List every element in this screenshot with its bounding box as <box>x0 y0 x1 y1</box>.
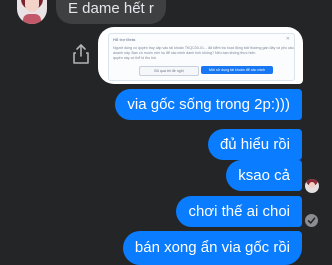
notice-secondary-button: Bỏ qua lời đề nghị <box>139 66 199 76</box>
outgoing-message[interactable]: bán xong ẩn via gốc rồi <box>122 231 302 265</box>
outgoing-message[interactable]: chơi thế ai choi <box>176 196 302 227</box>
seen-avatar-face <box>309 182 315 188</box>
attachment-notice-card: Hỗ trợ Meta ✕ Người dùng có quyền truy c… <box>108 33 295 81</box>
incoming-message-text: E dame hết r <box>68 0 154 17</box>
seen-avatar-icon <box>305 179 319 193</box>
outgoing-message-text: ksao cả <box>238 166 290 184</box>
avatar-face <box>25 0 39 12</box>
incoming-message[interactable]: E dame hết r <box>56 0 166 24</box>
outgoing-message[interactable]: via gốc sống trong 2p:))) <box>115 89 302 120</box>
avatar-shirt <box>23 14 41 24</box>
outgoing-message[interactable]: ksao cả <box>226 160 302 191</box>
sent-check-icon <box>305 214 318 227</box>
image-attachment[interactable]: Hỗ trợ Meta ✕ Người dùng có quyền truy c… <box>98 27 303 84</box>
notice-header: Hỗ trợ Meta <box>113 37 136 42</box>
notice-line: Người dùng có quyền truy cập vào tài kho… <box>113 46 294 50</box>
notice-line: doanh này. Bạn có muốn mời họ để xác min… <box>113 51 256 55</box>
close-icon: ✕ <box>285 36 290 42</box>
outgoing-message-text: chơi thế ai choi <box>188 202 290 220</box>
outgoing-message-text: bán xong ẩn via gốc rồi <box>134 239 290 256</box>
outgoing-message-text: đủ hiểu rồi <box>219 135 290 153</box>
notice-line: quyền này có thể bị thu hồi. <box>113 56 157 60</box>
contact-avatar[interactable] <box>17 0 47 24</box>
outgoing-message[interactable]: đủ hiểu rồi <box>207 129 302 160</box>
share-icon[interactable] <box>71 43 91 65</box>
notice-primary-button: Mời sử dụng tài khoản để xác minh <box>201 66 273 74</box>
outgoing-message-text: via gốc sống trong 2p:))) <box>127 95 290 113</box>
